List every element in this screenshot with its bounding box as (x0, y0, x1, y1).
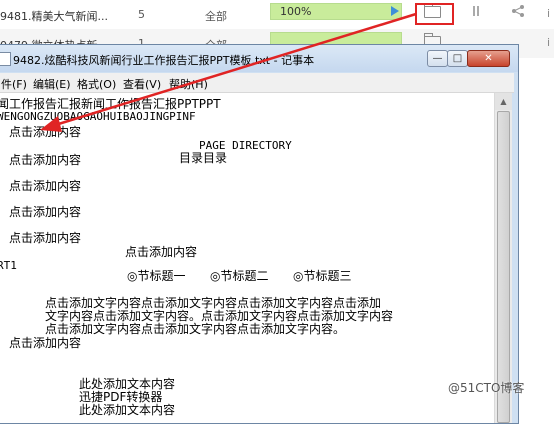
menu-edit[interactable]: 编辑(E) (33, 76, 71, 92)
text-line: 点击添加内容 (9, 205, 82, 219)
text-line: WENGONGZUOBAOGAOHUIBAOJINGPINF (0, 110, 196, 123)
text-line: 点击添加文字内容点击添加文字内容点击添加文字内容。 (45, 322, 346, 336)
text-line: 点击添加内容 (9, 336, 82, 350)
text-line: ◎节标题一 (127, 269, 186, 283)
download-row[interactable]: 9481.精美大气新闻... 5 全部 100% i (0, 0, 554, 29)
text-line: RT1 (0, 259, 17, 272)
download-progress-bar: 100% (270, 3, 402, 20)
pause-icon[interactable] (473, 6, 479, 16)
menu-file[interactable]: 件(F) (1, 76, 27, 92)
menu-bar: 件(F) 编辑(E) 格式(O) 查看(V) 帮助(H) (0, 73, 514, 93)
minimize-button[interactable]: — (427, 50, 448, 67)
vertical-scrollbar[interactable]: ▲ (494, 93, 512, 423)
text-line: 点击添加内容 (125, 245, 198, 259)
watermark: @51CTO博客 (448, 381, 525, 395)
menu-help[interactable]: 帮助(H) (169, 76, 208, 92)
text-line: 迅捷PDF转换器 (79, 390, 163, 404)
text-line: ◎节标题三 (293, 269, 352, 283)
text-line: 点击添加内容 (9, 125, 82, 139)
row-edge-icon[interactable]: i (547, 7, 550, 20)
text-line: ◎节标题二 (210, 269, 269, 283)
download-count: 5 (138, 8, 145, 21)
download-name[interactable]: 9481.精美大气新闻... (0, 8, 108, 24)
highlight-box (415, 3, 454, 25)
text-line: 点击添加内容 (9, 231, 82, 245)
maximize-button[interactable]: □ (447, 50, 468, 67)
text-line: 闻工作报告汇报新闻工作报告汇报PPTPPT (0, 97, 221, 111)
share-icon[interactable] (511, 4, 525, 18)
notepad-titlebar[interactable]: 9482.炫酷科技风新闻行业工作报告汇报PPT模板.txt - 记事本 — □ … (0, 45, 518, 72)
download-scope: 全部 (205, 10, 227, 23)
notepad-icon (0, 52, 11, 66)
text-line: 点击添加文字内容点击添加文字内容点击添加文字内容点击添加 (45, 296, 382, 310)
text-line: 目录目录 (179, 151, 228, 165)
play-icon[interactable] (391, 6, 399, 16)
scroll-up-arrow-icon[interactable]: ▲ (495, 93, 512, 110)
menu-format[interactable]: 格式(O) (77, 76, 116, 92)
menu-view[interactable]: 查看(V) (123, 76, 161, 92)
notepad-title: 9482.炫酷科技风新闻行业工作报告汇报PPT模板.txt - 记事本 (13, 54, 315, 67)
row-edge-icon[interactable]: i (547, 36, 550, 49)
close-button[interactable]: ✕ (467, 50, 510, 67)
text-line: 此处添加文本内容 (79, 403, 176, 417)
text-line: 文字内容点击添加文字内容。点击添加文字内容点击添加文字内容 (45, 309, 394, 323)
scrollbar-thumb[interactable] (497, 111, 510, 423)
text-line: 此处添加文本内容 (79, 377, 176, 391)
notepad-window: 9482.炫酷科技风新闻行业工作报告汇报PPT模板.txt - 记事本 — □ … (0, 44, 519, 424)
text-line: 点击添加内容 (9, 179, 82, 193)
text-editor[interactable]: 闻工作报告汇报新闻工作报告汇报PPTPPT WENGONGZUOBAOGAOHU… (0, 93, 494, 423)
text-line: 点击添加内容 (9, 153, 82, 167)
download-progress-text: 100% (280, 5, 312, 18)
